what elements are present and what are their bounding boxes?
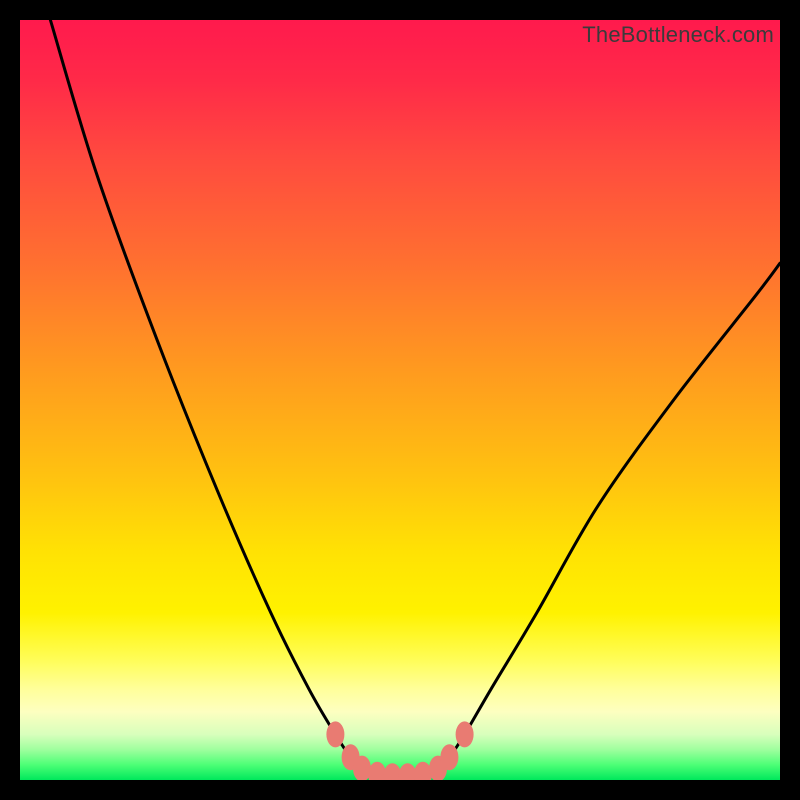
bottleneck-curve xyxy=(20,20,780,780)
curve-marker xyxy=(399,763,417,780)
chart-frame: TheBottleneck.com xyxy=(20,20,780,780)
curve-path xyxy=(50,20,780,777)
curve-marker xyxy=(326,721,344,747)
curve-marker xyxy=(440,744,458,770)
curve-marker xyxy=(456,721,474,747)
curve-markers xyxy=(326,721,473,780)
watermark-text: TheBottleneck.com xyxy=(582,22,774,48)
curve-marker xyxy=(414,762,432,780)
